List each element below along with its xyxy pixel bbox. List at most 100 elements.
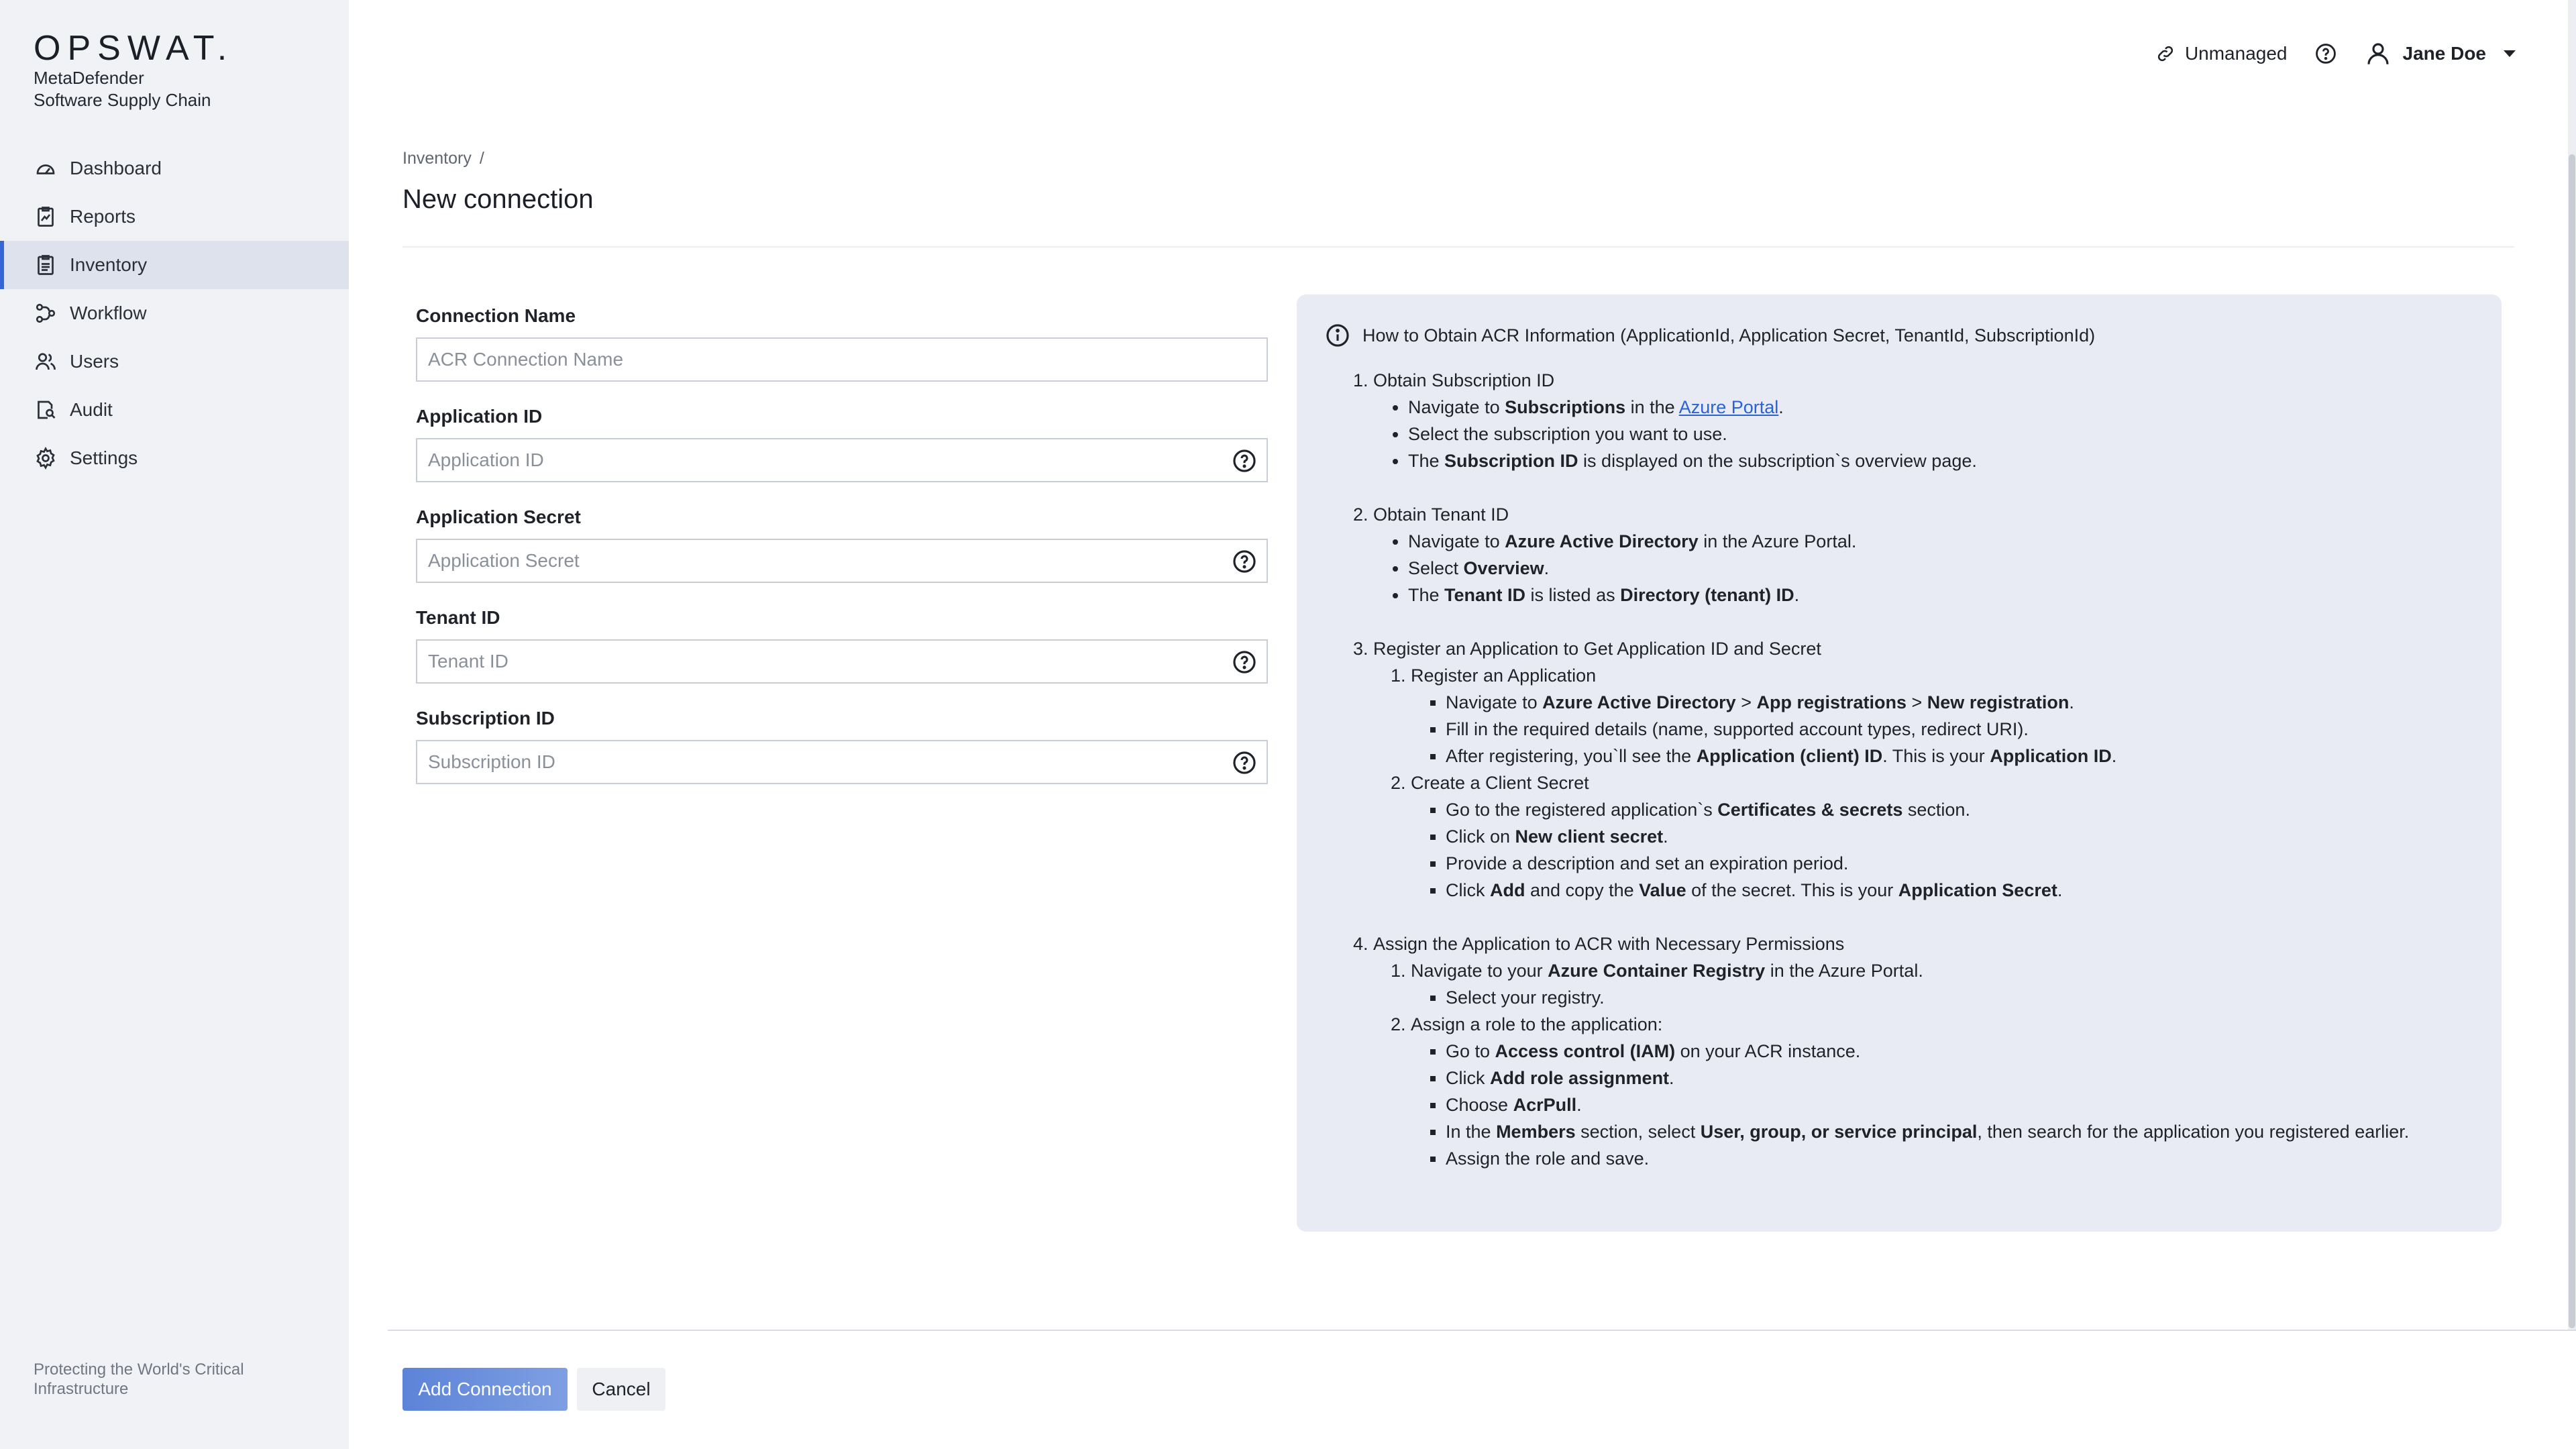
text: in the Azure Portal. — [1698, 531, 1857, 551]
bold-text: Members — [1496, 1122, 1576, 1142]
input-wrapper — [416, 337, 1268, 382]
sidebar: OPSWAT. MetaDefender Software Supply Cha… — [0, 0, 349, 1449]
help-button[interactable] — [2314, 42, 2337, 65]
field-subscription-id: Subscription ID — [416, 708, 1268, 784]
inventory-icon — [34, 253, 58, 277]
text: . — [1544, 558, 1550, 578]
subscription-id-input[interactable] — [417, 741, 1267, 783]
users-icon — [34, 350, 58, 374]
bold-text: Directory (tenant) ID — [1620, 585, 1794, 605]
dashboard-icon — [34, 156, 58, 180]
status-label: Unmanaged — [2184, 43, 2288, 64]
unmanaged-status[interactable]: Unmanaged — [2155, 43, 2288, 64]
sidebar-item-inventory[interactable]: Inventory — [0, 241, 349, 289]
text: . — [1669, 1068, 1674, 1088]
help-icon[interactable] — [1232, 549, 1257, 574]
cancel-button[interactable]: Cancel — [577, 1368, 665, 1411]
bold-text: New client secret — [1515, 826, 1664, 847]
reports-icon — [34, 205, 58, 229]
text: The — [1408, 451, 1445, 471]
field-connection-name: Connection Name — [416, 305, 1268, 382]
sidebar-item-workflow[interactable]: Workflow — [0, 289, 349, 337]
help-icon[interactable] — [1232, 750, 1257, 775]
sidebar-item-label: Workflow — [70, 303, 147, 323]
tagline: Protecting the World's Critical Infrastr… — [34, 1360, 244, 1398]
instructions-title: How to Obtain ACR Information (Applicati… — [1362, 325, 2096, 345]
field-label: Tenant ID — [416, 607, 500, 628]
bold-text: App registrations — [1756, 692, 1907, 712]
list-item: Go to Access control (IAM) on your ACR i… — [1446, 1038, 2475, 1065]
text: of the secret. This is your — [1686, 880, 1898, 900]
bold-text: Tenant ID — [1444, 585, 1526, 605]
text: Go to the registered application`s — [1446, 800, 1718, 820]
bold-text: Azure Active Directory — [1542, 692, 1736, 712]
text: After registering, you`ll see the — [1446, 746, 1697, 766]
sidebar-item-reports[interactable]: Reports — [0, 193, 349, 241]
settings-icon — [34, 446, 58, 470]
input-wrapper — [416, 438, 1268, 482]
help-icon[interactable] — [1232, 448, 1257, 474]
substep-bullets: Select your registry. — [1411, 984, 2475, 1011]
application-id-input[interactable] — [417, 439, 1267, 481]
list-item: In the Members section, select User, gro… — [1446, 1118, 2475, 1145]
azure-portal-link[interactable]: Azure Portal — [1679, 397, 1779, 417]
bold-text: Application Secret — [1898, 880, 2057, 900]
field-label: Connection Name — [416, 305, 576, 326]
list-item: Select your registry. — [1446, 984, 2475, 1011]
user-menu[interactable]: Jane Doe — [2364, 40, 2516, 68]
text: . — [1778, 397, 1784, 417]
sidebar-item-label: Inventory — [70, 254, 148, 275]
opswat-logo[interactable]: OPSWAT. — [34, 30, 233, 67]
list-item: The Subscription ID is displayed on the … — [1408, 447, 2475, 474]
add-connection-button[interactable]: Add Connection — [402, 1368, 568, 1411]
topbar: Unmanaged Jane Doe — [2155, 34, 2516, 74]
tenant-id-input[interactable] — [417, 641, 1267, 682]
list-item: Provide a description and set an expirat… — [1446, 850, 2475, 877]
instructions-panel: How to Obtain ACR Information (Applicati… — [1297, 294, 2502, 1232]
connection-name-input[interactable] — [417, 339, 1267, 380]
link-icon — [2157, 46, 2174, 62]
text: Select — [1408, 558, 1464, 578]
bold-text: Add — [1490, 880, 1525, 900]
sidebar-item-audit[interactable]: Audit — [0, 386, 349, 434]
sidebar-item-settings[interactable]: Settings — [0, 434, 349, 482]
list-item: Navigate to Azure Active Directory in th… — [1408, 528, 2475, 555]
sidebar-item-label: Users — [70, 351, 119, 372]
substep-heading: Create a Client Secret — [1411, 773, 1589, 793]
bold-text: Subscription ID — [1444, 451, 1578, 471]
step-2: Obtain Tenant ID Navigate to Azure Activ… — [1373, 501, 2475, 608]
text: Choose — [1446, 1095, 1513, 1115]
step-heading: Obtain Tenant ID — [1373, 504, 1509, 525]
bold-text: Azure Active Directory — [1505, 531, 1699, 551]
application-secret-input[interactable] — [417, 540, 1267, 582]
text: Navigate to your — [1411, 961, 1548, 981]
breadcrumb-inventory-link[interactable]: Inventory — [402, 149, 472, 168]
text: Navigate to — [1408, 397, 1505, 417]
help-icon[interactable] — [1232, 649, 1257, 675]
sidebar-item-dashboard[interactable]: Dashboard — [0, 144, 349, 193]
instructions-header: How to Obtain ACR Information (Applicati… — [1325, 321, 2475, 350]
sidebar-item-label: Reports — [70, 206, 136, 227]
step-bullets: Navigate to Subscriptions in the Azure P… — [1373, 394, 2475, 474]
sidebar-item-label: Dashboard — [70, 158, 162, 178]
input-wrapper — [416, 539, 1268, 583]
text: Navigate to — [1446, 692, 1543, 712]
field-label: Application Secret — [416, 506, 581, 527]
bold-text: Subscriptions — [1505, 397, 1626, 417]
substep-heading: Register an Application — [1411, 665, 1597, 686]
text: . — [2069, 692, 2074, 712]
text: Navigate to — [1408, 531, 1505, 551]
text: . — [2111, 746, 2117, 766]
step-bullets: Navigate to Azure Active Directory in th… — [1373, 528, 2475, 608]
scrollbar[interactable] — [2568, 0, 2576, 1330]
text: in the — [1625, 397, 1679, 417]
text: Click on — [1446, 826, 1515, 847]
connection-form: Connection Name Application ID Applicati… — [416, 305, 1268, 808]
scrollbar-thumb[interactable] — [2569, 154, 2575, 1328]
text: is displayed on the subscription`s overv… — [1578, 451, 1977, 471]
input-wrapper — [416, 740, 1268, 784]
text: Click — [1446, 880, 1490, 900]
field-tenant-id: Tenant ID — [416, 607, 1268, 684]
sidebar-item-users[interactable]: Users — [0, 337, 349, 386]
text: section. — [1902, 800, 1970, 820]
